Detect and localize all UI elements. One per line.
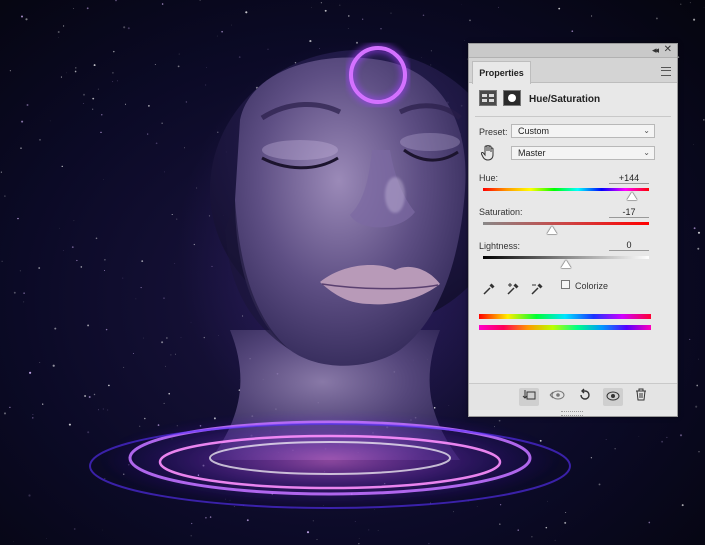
saturation-slider-thumb[interactable] — [546, 226, 557, 234]
eyedropper-icon[interactable] — [481, 282, 497, 298]
preset-dropdown[interactable]: Custom ⌄ — [511, 124, 655, 138]
properties-panel: ◂◂ ✕ Properties Hue/Saturation Preset: C… — [468, 43, 678, 417]
panel-menu-icon[interactable] — [661, 67, 671, 76]
hue-slider-track[interactable] — [483, 188, 649, 191]
eyedropper-minus-icon[interactable] — [529, 282, 545, 298]
result-color-bar — [479, 325, 651, 330]
trash-icon[interactable] — [631, 388, 651, 406]
close-icon[interactable]: ✕ — [664, 44, 672, 55]
panel-tab-row: Properties — [469, 58, 677, 84]
adjustment-title: Hue/Saturation — [529, 94, 601, 105]
panel-bottom-toolbar — [469, 383, 677, 410]
preset-label: Preset: — [479, 127, 508, 137]
clip-to-layer-icon[interactable] — [519, 388, 539, 406]
channel-value: Master — [518, 148, 546, 158]
saturation-label: Saturation: — [479, 207, 523, 217]
tab-properties[interactable]: Properties — [472, 61, 531, 84]
lightness-value-field[interactable]: 0 — [609, 240, 649, 251]
lightness-slider-thumb[interactable] — [561, 260, 571, 268]
channel-dropdown[interactable]: Master ⌄ — [511, 146, 655, 160]
colorize-label: Colorize — [575, 281, 609, 291]
hue-value-field[interactable]: +144 — [609, 173, 649, 184]
colorize-checkbox[interactable] — [561, 280, 570, 289]
panel-resize-grip[interactable] — [561, 411, 583, 416]
preset-value: Custom — [518, 126, 550, 136]
eye-icon[interactable] — [603, 388, 623, 406]
view-previous-icon[interactable] — [547, 388, 567, 406]
lightness-label: Lightness: — [479, 241, 521, 251]
saturation-value-field[interactable]: -17 — [609, 207, 649, 218]
mask-icon[interactable] — [503, 90, 521, 106]
chevron-down-icon: ⌄ — [643, 126, 650, 135]
lightness-slider-track[interactable] — [483, 256, 649, 259]
eyedropper-plus-icon[interactable] — [505, 282, 521, 298]
hand-target-icon[interactable] — [480, 144, 497, 161]
saturation-slider-track[interactable] — [483, 222, 649, 225]
chevron-down-icon: ⌄ — [643, 148, 650, 157]
panel-title-bar[interactable]: ◂◂ ✕ — [469, 44, 677, 58]
hue-label: Hue: — [479, 173, 499, 183]
adjustment-icon[interactable] — [479, 90, 497, 106]
hue-slider-thumb[interactable] — [627, 192, 638, 200]
reset-icon[interactable] — [575, 388, 595, 406]
source-color-bar — [479, 314, 651, 319]
divider — [475, 116, 671, 117]
collapse-icon[interactable]: ◂◂ — [652, 45, 659, 56]
